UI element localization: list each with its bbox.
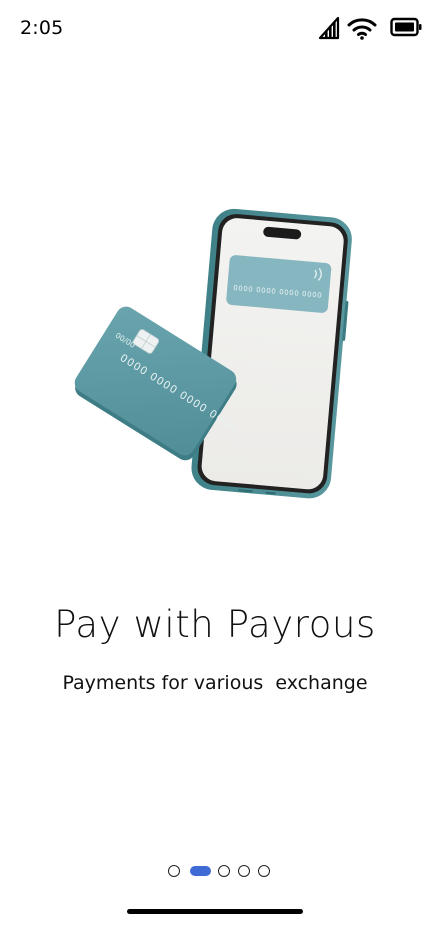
wifi-icon (347, 16, 377, 44)
page-indicator (0, 864, 430, 878)
page-dot-3[interactable] (218, 865, 230, 877)
status-icons (292, 16, 422, 42)
onboarding-screen: 2:05 0000 0000 0000 0000 0000 0000 0000 … (0, 0, 430, 932)
home-indicator[interactable] (127, 909, 303, 914)
page-dot-1[interactable] (168, 865, 180, 877)
cellular-signal-icon (318, 16, 340, 44)
page-dot-5[interactable] (258, 865, 270, 877)
onboarding-subtitle: Payments for various exchange (62, 672, 368, 694)
status-time: 2:05 (20, 17, 64, 39)
page-dot-2-active[interactable] (190, 866, 211, 876)
status-bar: 2:05 (0, 0, 430, 56)
onboarding-title: Pay with Payrous (54, 603, 376, 646)
phone-and-card-illustration: 0000 0000 0000 0000 0000 0000 0000 0000 … (56, 205, 366, 505)
battery-icon (390, 16, 422, 42)
page-dot-4[interactable] (238, 865, 250, 877)
